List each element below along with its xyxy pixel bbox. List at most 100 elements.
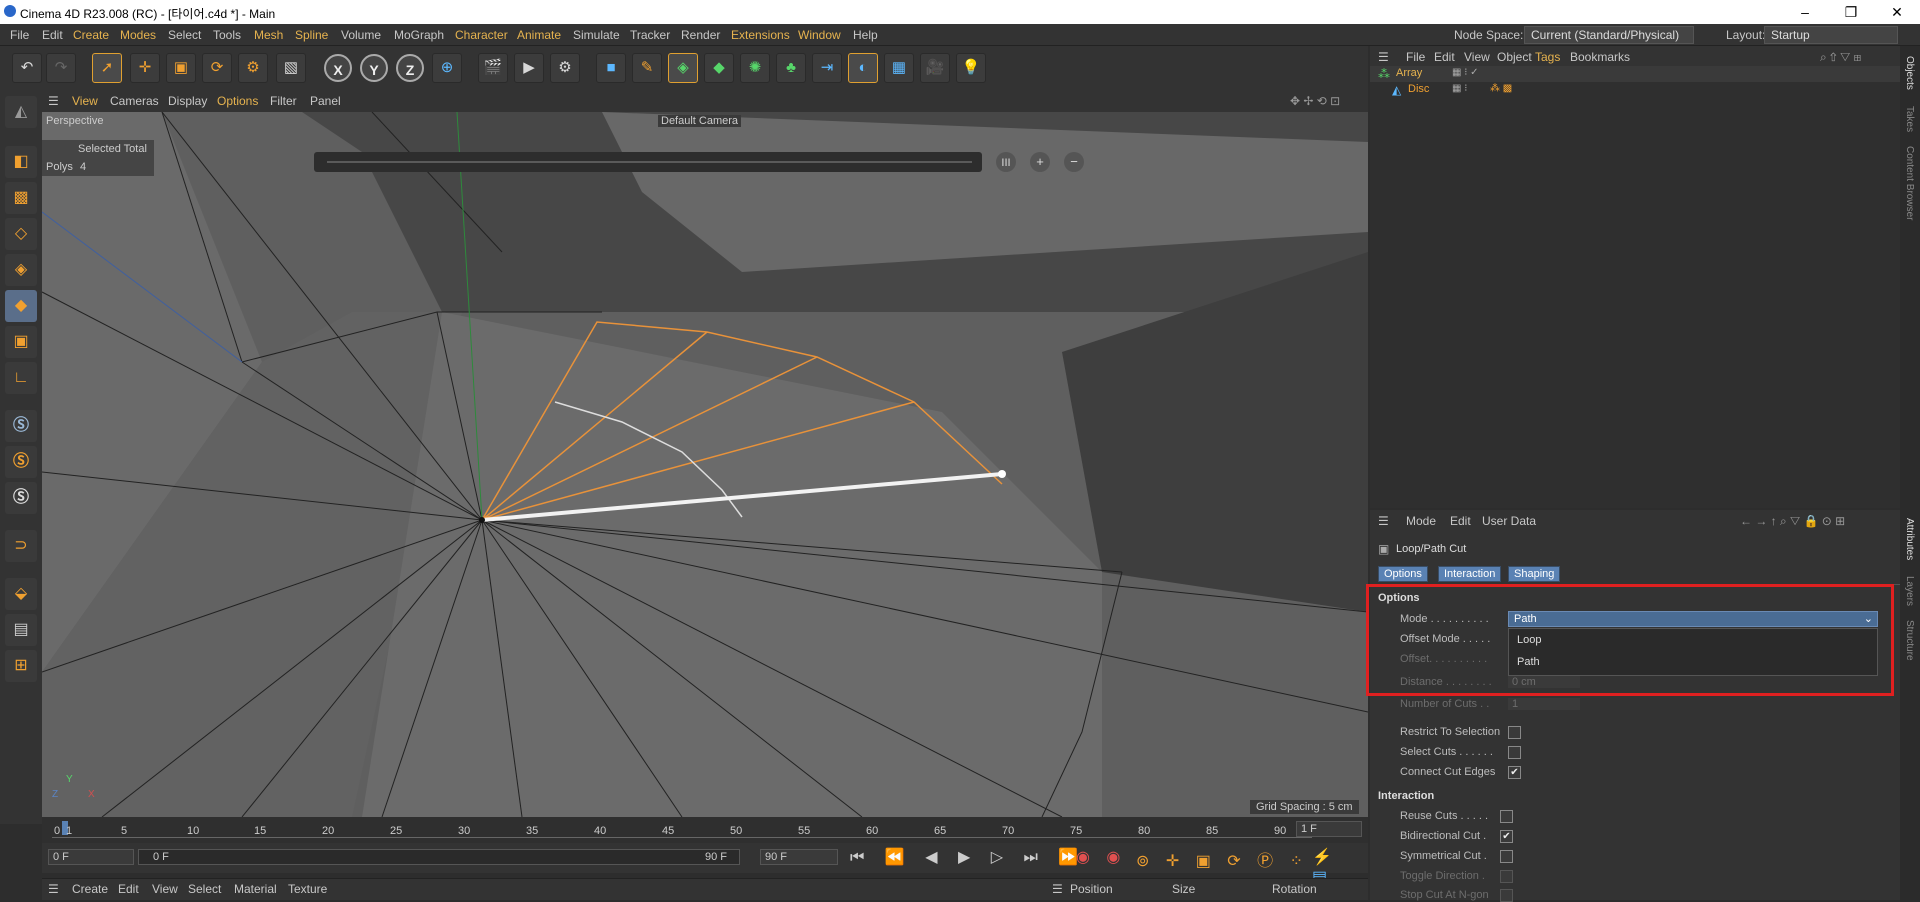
vp-menu-cameras[interactable]: Cameras bbox=[110, 94, 159, 108]
menu-select[interactable]: Select bbox=[168, 28, 201, 42]
select-tool-icon[interactable]: ➚ bbox=[92, 53, 122, 83]
object-name-array[interactable]: Array bbox=[1396, 67, 1422, 79]
camera-icon[interactable]: 🎥 bbox=[920, 53, 950, 83]
solo-hierarchy-icon[interactable]: Ⓢ bbox=[5, 482, 37, 514]
tab-interaction[interactable]: Interaction bbox=[1438, 566, 1502, 582]
menu-simulate[interactable]: Simulate bbox=[573, 28, 620, 42]
side-tab-objects[interactable]: Objects bbox=[1904, 56, 1915, 90]
stop-cut-at-ngon-checkbox[interactable] bbox=[1500, 889, 1513, 902]
polygons-mode-icon[interactable]: ◆ bbox=[5, 290, 37, 322]
object-row-array[interactable]: ⁂ Array ▦ ⁝ ✓ bbox=[1370, 66, 1900, 82]
make-editable-icon[interactable]: ◭ bbox=[5, 96, 37, 128]
side-tab-takes[interactable]: Takes bbox=[1904, 106, 1915, 132]
obj-menu-edit[interactable]: Edit bbox=[1434, 50, 1455, 64]
edges-mode-icon[interactable]: ◈ bbox=[5, 254, 37, 286]
obj-toolbar-icons[interactable]: ⌕ ⇧ ▽ ⊞ bbox=[1820, 50, 1861, 65]
object-row-disc[interactable]: ◭ Disc ▦ ⁝ ⁂ ▩ bbox=[1370, 82, 1900, 98]
tab-shaping[interactable]: Shaping bbox=[1508, 566, 1561, 582]
menu-edit[interactable]: Edit bbox=[42, 28, 63, 42]
viewport-3d[interactable]: III + − Z Y X Perspective Selected Total… bbox=[42, 112, 1368, 817]
number-of-cuts-field[interactable]: 1 bbox=[1508, 698, 1580, 710]
camera-label[interactable]: Default Camera bbox=[658, 115, 742, 127]
menu-spline[interactable]: Spline bbox=[295, 28, 328, 42]
disc-tag-icons[interactable]: ⁂ ▩ bbox=[1490, 83, 1512, 94]
attr-menu-icon[interactable]: ☰ bbox=[1378, 514, 1389, 528]
snap-icon[interactable]: ⊃ bbox=[5, 530, 37, 562]
menu-animate[interactable]: Animate bbox=[517, 28, 561, 42]
render-picture-viewer-icon[interactable]: ▶ bbox=[514, 53, 544, 83]
mat-menu-edit[interactable]: Edit bbox=[118, 882, 139, 896]
render-settings-icon[interactable]: ⚙ bbox=[550, 53, 580, 83]
object-name-disc[interactable]: Disc bbox=[1408, 83, 1429, 95]
psr-icon[interactable]: ⚙ bbox=[238, 53, 268, 83]
menu-tools[interactable]: Tools bbox=[213, 28, 241, 42]
restore-button[interactable]: ❐ bbox=[1828, 0, 1874, 24]
texture-mode-icon[interactable]: ▩ bbox=[5, 182, 37, 214]
menu-mograph[interactable]: MoGraph bbox=[394, 28, 444, 42]
extrude-icon[interactable]: ◆ bbox=[704, 53, 734, 83]
menu-render[interactable]: Render bbox=[681, 28, 720, 42]
deformer-icon[interactable]: ⇥ bbox=[812, 53, 842, 83]
keyframe-controls[interactable]: ⊚ ✛ ▣ ⟳ Ⓟ ⁘ bbox=[1136, 847, 1309, 871]
menu-volume[interactable]: Volume bbox=[341, 28, 381, 42]
side-tab-attributes[interactable]: Attributes bbox=[1904, 518, 1915, 560]
close-button[interactable]: ✕ bbox=[1874, 0, 1920, 24]
model-mode-icon[interactable]: ◧ bbox=[5, 146, 37, 178]
vp-menu-filter[interactable]: Filter bbox=[270, 94, 297, 108]
coord-menu-icon[interactable]: ☰ bbox=[1052, 882, 1063, 896]
menu-tracker[interactable]: Tracker bbox=[630, 28, 670, 42]
cube-icon[interactable]: ■ bbox=[596, 53, 626, 83]
toggle-direction-checkbox[interactable] bbox=[1500, 870, 1513, 883]
attr-nav-icons[interactable]: ← → ↑ ⌕ ▽ 🔒 ⊙ ⊞ bbox=[1740, 514, 1845, 529]
scale-tool-icon[interactable]: ▣ bbox=[166, 53, 196, 83]
mat-menu-select[interactable]: Select bbox=[188, 882, 221, 896]
node-space-dropdown[interactable]: Current (Standard/Physical) bbox=[1524, 26, 1694, 44]
tab-options[interactable]: Options bbox=[1378, 566, 1428, 582]
viewport-menu-icon[interactable]: ☰ bbox=[48, 94, 59, 108]
undo-icon[interactable]: ↶ bbox=[12, 53, 42, 83]
side-tab-content-browser[interactable]: Content Browser bbox=[1904, 146, 1915, 220]
world-coords-icon[interactable]: ⊕ bbox=[432, 53, 462, 83]
current-frame-field[interactable]: 1 F bbox=[1296, 821, 1362, 837]
mograph-icon[interactable]: ♣ bbox=[776, 53, 806, 83]
obj-menu-view[interactable]: View bbox=[1464, 50, 1490, 64]
solo-selection-icon[interactable]: Ⓢ bbox=[5, 446, 37, 478]
solo-icon[interactable]: Ⓢ bbox=[5, 410, 37, 442]
connect-cut-edges-checkbox[interactable]: ✔ bbox=[1508, 766, 1521, 779]
grid-icon[interactable]: ▤ bbox=[5, 614, 37, 646]
record-controls[interactable]: ◉ ◉ bbox=[1076, 847, 1126, 867]
vp-menu-display[interactable]: Display bbox=[168, 94, 207, 108]
vp-menu-view[interactable]: View bbox=[72, 94, 98, 108]
obj-menu-object[interactable]: Object bbox=[1497, 50, 1532, 64]
obj-menu-bookmarks[interactable]: Bookmarks bbox=[1570, 50, 1630, 64]
array-visibility-icons[interactable]: ▦ ⁝ ✓ bbox=[1452, 67, 1479, 78]
menu-window[interactable]: Window bbox=[798, 28, 841, 42]
start-frame-field[interactable]: 0 F bbox=[48, 849, 134, 865]
disc-visibility-icons[interactable]: ▦ ⁝ bbox=[1452, 83, 1467, 94]
attr-menu-mode[interactable]: Mode bbox=[1406, 514, 1436, 528]
mat-menu-material[interactable]: Material bbox=[234, 882, 277, 896]
playback-controls[interactable]: ⏮ ⏪ ◀ ▶ ▷ ⏭ ⏩ bbox=[850, 847, 1086, 867]
mat-menu-view[interactable]: View bbox=[152, 882, 178, 896]
side-tab-layers[interactable]: Layers bbox=[1904, 576, 1915, 606]
move-tool-icon[interactable]: ✛ bbox=[130, 53, 160, 83]
menu-file[interactable]: File bbox=[10, 28, 29, 42]
frame-range-slider[interactable]: 0 F 90 F bbox=[138, 849, 740, 865]
menu-create[interactable]: Create bbox=[73, 28, 109, 42]
points-mode-icon[interactable]: ◇ bbox=[5, 218, 37, 250]
menu-character[interactable]: Character bbox=[455, 28, 508, 42]
pen-icon[interactable]: ✎ bbox=[632, 53, 662, 83]
timeline-ruler[interactable]: 0 1 5 10 15 20 25 30 35 40 45 50 55 60 6… bbox=[42, 817, 1368, 843]
menu-extensions[interactable]: Extensions bbox=[731, 28, 790, 42]
z-axis-icon[interactable]: Z bbox=[396, 54, 424, 82]
floor-icon[interactable]: ▦ bbox=[884, 53, 914, 83]
render-view-icon[interactable]: 🎬 bbox=[478, 53, 508, 83]
subdivision-icon[interactable]: ◈ bbox=[668, 53, 698, 83]
minimize-button[interactable]: – bbox=[1782, 0, 1828, 24]
mat-menu-texture[interactable]: Texture bbox=[288, 882, 327, 896]
side-tab-structure[interactable]: Structure bbox=[1904, 620, 1915, 661]
attr-menu-edit[interactable]: Edit bbox=[1450, 514, 1471, 528]
object-menu-icon[interactable]: ☰ bbox=[1378, 50, 1389, 64]
layout-dropdown[interactable]: Startup bbox=[1764, 26, 1898, 44]
uv-mode-icon[interactable]: ▣ bbox=[5, 326, 37, 358]
